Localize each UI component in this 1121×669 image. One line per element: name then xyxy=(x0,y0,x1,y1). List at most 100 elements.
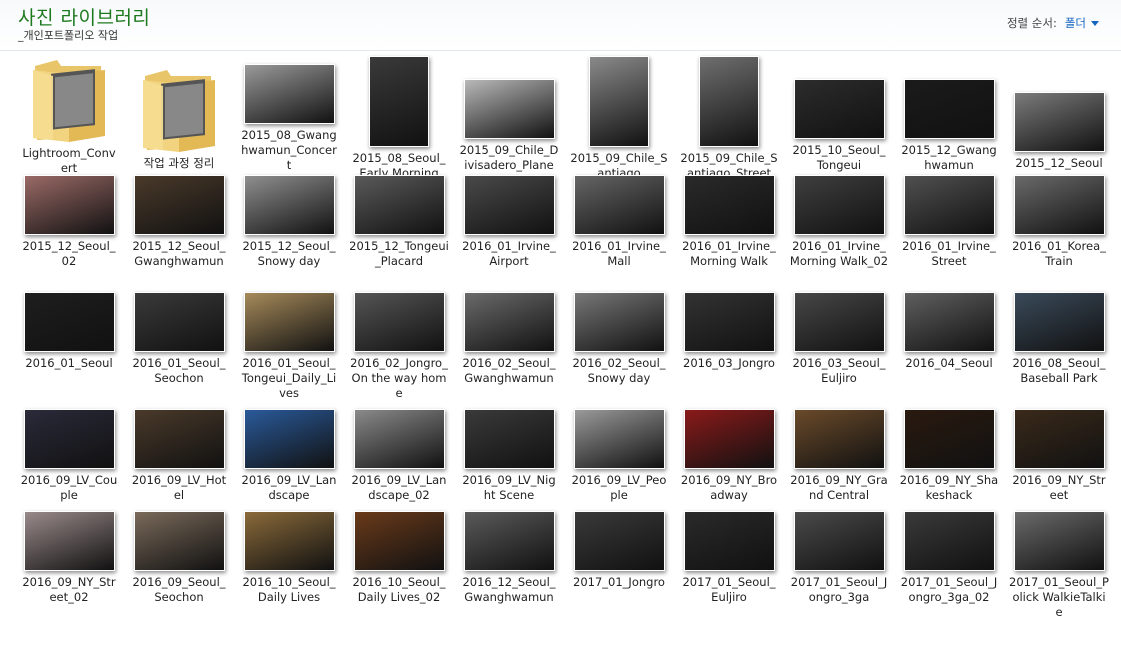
photo-thumbnail xyxy=(463,409,555,469)
folder-item[interactable]: 2017_01_Seoul_Euljiro xyxy=(674,509,784,626)
photo-thumbnail xyxy=(1013,92,1105,152)
photo-thumbnail xyxy=(243,409,335,469)
photo-thumbnail xyxy=(133,511,225,571)
folder-item[interactable]: 2016_09_LV_Landscape_02 xyxy=(344,407,454,509)
folder-item[interactable]: 2016_09_NY_Street_02 xyxy=(14,509,124,626)
folder-item[interactable]: 2016_01_Irvine_Mall xyxy=(564,173,674,290)
thumbnail-wrap xyxy=(674,290,784,352)
library-header: 사진 라이브러리 _개인포트폴리오 작업 정렬 순서: 폴더 xyxy=(0,0,1121,51)
folder-item[interactable]: 2015_08_Seoul_Early Morning xyxy=(344,56,454,180)
folder-label: 2015_12_Seoul xyxy=(1015,156,1103,170)
folder-item[interactable]: 2016_09_LV_Couple xyxy=(14,407,124,509)
thumbnail-wrap xyxy=(564,509,674,571)
folder-label: 2015_12_Seoul_Gwanghwamun xyxy=(132,239,226,268)
photo-thumbnail xyxy=(23,175,115,235)
folder-item[interactable]: 2015_12_Seoul_Snowy day xyxy=(234,173,344,290)
folder-label: 2016_03_Jongro xyxy=(683,356,775,370)
folder-item[interactable]: 2015_12_Seoul_02 xyxy=(14,173,124,290)
folder-label: 2017_01_Seoul_Jongro_3ga xyxy=(790,575,888,604)
folder-item[interactable]: 2016_09_NY_Street xyxy=(1004,407,1114,509)
folder-label: 2015_10_Seoul_Tongeui xyxy=(792,143,886,172)
folder-label: 2016_04_Seoul xyxy=(905,356,993,370)
folder-label: 2016_09_LV_People xyxy=(571,473,667,502)
folder-item[interactable]: 2016_10_Seoul_Daily Lives xyxy=(234,509,344,626)
folder-label: 2016_09_Seoul_Seochon xyxy=(132,575,226,604)
folder-label: 2016_10_Seoul_Daily Lives xyxy=(242,575,336,604)
folder-item[interactable]: 2016_02_Seoul_Gwanghwamun xyxy=(454,290,564,407)
folder-item[interactable]: 2016_01_Irvine_Morning Walk xyxy=(674,173,784,290)
folder-item[interactable]: 2016_10_Seoul_Daily Lives_02 xyxy=(344,509,454,626)
folder-item[interactable]: 2016_01_Seoul_Seochon xyxy=(124,290,234,407)
folder-item[interactable]: 2015_08_Gwanghwamun_Concert xyxy=(234,56,344,173)
photo-thumbnail xyxy=(23,409,115,469)
photo-thumbnail xyxy=(353,511,445,571)
thumbnail-wrap xyxy=(234,509,344,571)
thumbnail-wrap xyxy=(454,290,564,352)
folder-item[interactable]: Lightroom_Convert xyxy=(14,56,124,175)
folder-item[interactable]: 2016_01_Irvine_Morning Walk_02 xyxy=(784,173,894,290)
sort-dropdown[interactable]: 폴더 xyxy=(1065,15,1099,31)
folder-label: 2016_09_LV_Night Scene xyxy=(462,473,556,502)
photo-thumbnail xyxy=(903,292,995,352)
folder-item[interactable]: 2016_01_Korea_Train xyxy=(1004,173,1114,290)
thumbnail-wrap xyxy=(784,407,894,469)
thumbnail-wrap xyxy=(894,173,1004,235)
folder-item[interactable]: 2015_12_Gwanghwamun xyxy=(894,56,1004,173)
folder-label: 2016_01_Irvine_Airport xyxy=(462,239,556,268)
folder-item[interactable]: 2015_12_Tongeui_Placard xyxy=(344,173,454,290)
folder-item[interactable]: 2016_09_LV_Landscape xyxy=(234,407,344,509)
folder-item[interactable]: 2017_01_Seoul_Jongro_3ga_02 xyxy=(894,509,1004,626)
folder-item[interactable]: 2016_01_Seoul xyxy=(14,290,124,407)
folder-label: 2015_12_Tongeui_Placard xyxy=(349,239,449,268)
folder-label: 2017_01_Seoul_Euljiro xyxy=(682,575,776,604)
thumbnail-wrap xyxy=(344,173,454,235)
folder-label: 2016_03_Seoul_Euljiro xyxy=(792,356,886,385)
folder-item[interactable]: 2016_09_LV_Night Scene xyxy=(454,407,564,509)
folder-item[interactable]: 2016_03_Seoul_Euljiro xyxy=(784,290,894,407)
photo-thumbnail xyxy=(903,511,995,571)
folder-item[interactable]: 2015_12_Seoul_Gwanghwamun xyxy=(124,173,234,290)
folder-item[interactable]: 2017_01_Seoul_Jongro_3ga xyxy=(784,509,894,626)
thumbnail-wrap xyxy=(1004,56,1114,152)
folder-item[interactable]: 2015_09_Chile_Divisadero_Plane xyxy=(454,56,564,173)
photo-thumbnail xyxy=(699,56,759,147)
folder-item[interactable]: 2016_01_Seoul_Tongeui_Daily_Lives xyxy=(234,290,344,407)
photo-thumbnail xyxy=(23,292,115,352)
folder-label: 2017_01_Seoul_Polick WalkieTalkie xyxy=(1009,575,1109,619)
photo-thumbnail xyxy=(133,292,225,352)
folder-item[interactable]: 2016_01_Irvine_Airport xyxy=(454,173,564,290)
folder-icon xyxy=(33,60,105,142)
folder-item[interactable]: 2015_10_Seoul_Tongeui xyxy=(784,56,894,173)
folder-item[interactable]: 2016_09_LV_People xyxy=(564,407,674,509)
folder-item[interactable]: 2016_09_LV_Hotel xyxy=(124,407,234,509)
folder-item[interactable]: 2016_01_Irvine_Street xyxy=(894,173,1004,290)
folder-item[interactable]: 작업 과정 정리 xyxy=(124,56,234,173)
folder-item[interactable]: 2016_09_NY_Broadway xyxy=(674,407,784,509)
photo-thumbnail xyxy=(353,292,445,352)
photo-thumbnail xyxy=(243,511,335,571)
folder-item[interactable]: 2016_02_Seoul_Snowy day xyxy=(564,290,674,407)
folder-label: 작업 과정 정리 xyxy=(143,156,215,170)
folder-item[interactable]: 2016_09_NY_Shakeshack xyxy=(894,407,1004,509)
folder-item[interactable]: 2017_01_Jongro xyxy=(564,509,674,626)
folder-item[interactable]: 2017_01_Seoul_Polick WalkieTalkie xyxy=(1004,509,1114,626)
folder-item[interactable]: 2015_12_Seoul xyxy=(1004,56,1114,173)
photo-thumbnail xyxy=(243,292,335,352)
folder-item[interactable]: 2016_12_Seoul_Gwanghwamun xyxy=(454,509,564,626)
folder-item[interactable]: 2015_09_Chile_Santiago_Street xyxy=(674,56,784,180)
folder-item[interactable]: 2016_09_NY_Grand Central xyxy=(784,407,894,509)
folder-label: 2016_01_Irvine_Morning Walk xyxy=(682,239,776,268)
thumbnail-wrap xyxy=(564,290,674,352)
folder-item[interactable]: 2015_09_Chile_Santiago xyxy=(564,56,674,180)
thumbnail-wrap xyxy=(1004,407,1114,469)
folder-item[interactable]: 2016_08_Seoul_Baseball Park xyxy=(1004,290,1114,407)
folder-label: 2016_02_Seoul_Gwanghwamun xyxy=(462,356,556,385)
photo-thumbnail xyxy=(1013,292,1105,352)
folder-item[interactable]: 2016_03_Jongro xyxy=(674,290,784,407)
photo-thumbnail xyxy=(463,511,555,571)
folder-item[interactable]: 2016_02_Jongro_On the way home xyxy=(344,290,454,407)
thumbnail-wrap xyxy=(784,173,894,235)
thumbnail-wrap xyxy=(674,173,784,235)
folder-item[interactable]: 2016_04_Seoul xyxy=(894,290,1004,407)
folder-item[interactable]: 2016_09_Seoul_Seochon xyxy=(124,509,234,626)
